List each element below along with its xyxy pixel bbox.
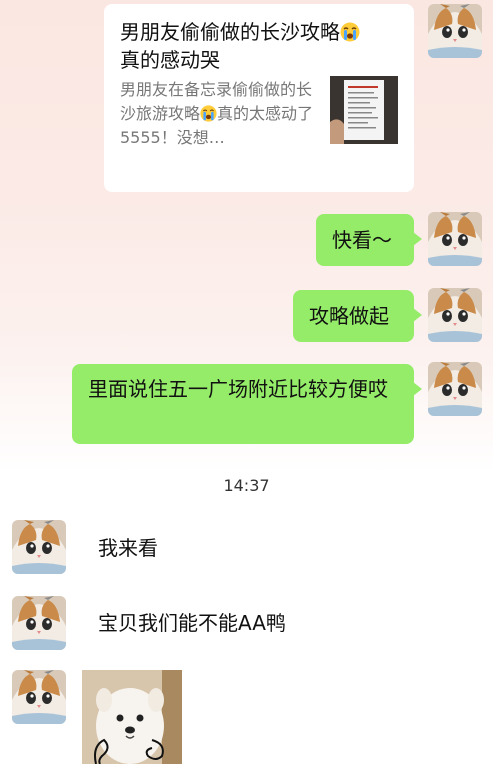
card-title: 男朋友偷偷做的长沙攻略 真的感动哭 [120, 18, 400, 74]
message-text: 里面说住五一广场附近比较方便哎 [88, 377, 388, 401]
cat-avatar-icon [428, 288, 482, 342]
message-text: 宝贝我们能不能AA鸭 [98, 611, 286, 635]
avatar[interactable] [12, 596, 66, 650]
card-description: 男朋友在备忘录偷偷做的长沙旅游攻略 真的太感动了5555！没想… [120, 80, 314, 147]
cat-avatar-icon [12, 520, 66, 574]
dog-sticker-image[interactable] [82, 670, 182, 764]
message-text: 我来看 [98, 536, 158, 560]
cat-avatar-icon [12, 596, 66, 650]
received-message-bubble[interactable]: 我来看 [74, 522, 182, 574]
received-message-bubble[interactable]: 宝贝我们能不能AA鸭 [74, 597, 326, 649]
cat-avatar-icon [12, 670, 66, 724]
message-text: 快看～ [332, 228, 392, 252]
cat-avatar-icon [428, 212, 482, 266]
message-text: 攻略做起 [309, 304, 389, 328]
sent-message-bubble[interactable]: 里面说住五一广场附近比较方便哎 [72, 364, 422, 444]
cat-avatar-icon [428, 4, 482, 58]
avatar[interactable] [428, 288, 482, 342]
avatar[interactable] [428, 362, 482, 416]
cat-avatar-icon [428, 362, 482, 416]
avatar[interactable] [12, 520, 66, 574]
loudly-crying-face-icon [200, 105, 217, 122]
sent-message-bubble[interactable]: 快看～ [316, 214, 422, 266]
avatar[interactable] [12, 670, 66, 724]
sent-message-bubble[interactable]: 攻略做起 [293, 290, 422, 342]
avatar[interactable] [428, 212, 482, 266]
avatar[interactable] [428, 4, 482, 58]
loudly-crying-face-icon [340, 22, 360, 42]
timestamp: 14:37 [223, 476, 270, 495]
card-thumbnail [330, 76, 398, 144]
